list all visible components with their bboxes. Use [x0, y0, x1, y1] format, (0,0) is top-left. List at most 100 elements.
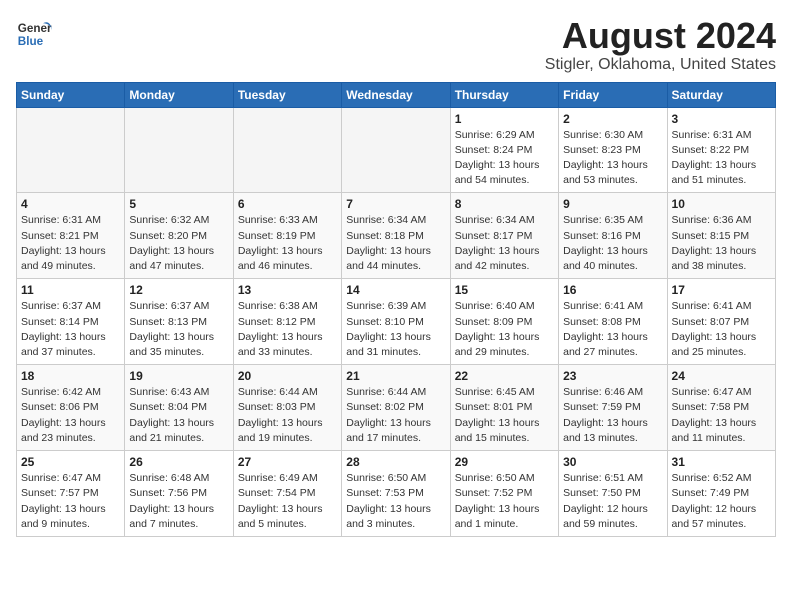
calendar-cell: 10Sunrise: 6:36 AMSunset: 8:15 PMDayligh…	[667, 193, 775, 279]
weekday-header: Sunday	[17, 82, 125, 107]
calendar-cell: 29Sunrise: 6:50 AMSunset: 7:52 PMDayligh…	[450, 451, 558, 537]
day-number: 6	[238, 197, 337, 211]
day-info: Sunrise: 6:32 AMSunset: 8:20 PMDaylight:…	[129, 213, 228, 274]
weekday-header: Saturday	[667, 82, 775, 107]
day-number: 24	[672, 369, 771, 383]
calendar-week-row: 18 Sunrise: 6:42 AMSunset: 8:06 PMDayligh…	[17, 365, 776, 451]
day-number: 10	[672, 197, 771, 211]
calendar-cell: 13 Sunrise: 6:38 AMSunset: 8:12 PMDayligh…	[233, 279, 341, 365]
day-number: 12	[129, 283, 228, 297]
day-info: Sunrise: 6:37 AMSunset: 8:14 PMDaylight:…	[21, 299, 120, 360]
calendar-cell	[125, 107, 233, 193]
page-header: General Blue August 2024 Stigler, Oklaho…	[16, 16, 776, 74]
page-subtitle: Stigler, Oklahoma, United States	[545, 56, 776, 74]
day-info: Sunrise: 6:41 AMSunset: 8:07 PMDaylight:…	[672, 299, 771, 360]
day-info: Sunrise: 6:42 AMSunset: 8:06 PMDaylight:…	[21, 385, 120, 446]
weekday-header: Tuesday	[233, 82, 341, 107]
day-number: 4	[21, 197, 120, 211]
calendar-cell: 21Sunrise: 6:44 AMSunset: 8:02 PMDayligh…	[342, 365, 450, 451]
calendar-cell: 6Sunrise: 6:33 AMSunset: 8:19 PMDaylight…	[233, 193, 341, 279]
day-number: 2	[563, 112, 662, 126]
day-info: Sunrise: 6:30 AMSunset: 8:23 PMDaylight:…	[563, 128, 662, 189]
calendar-week-row: 11 Sunrise: 6:37 AMSunset: 8:14 PMDayligh…	[17, 279, 776, 365]
day-info: Sunrise: 6:51 AMSunset: 7:50 PMDaylight:…	[563, 471, 662, 532]
day-number: 14	[346, 283, 445, 297]
day-number: 31	[672, 455, 771, 469]
day-number: 8	[455, 197, 554, 211]
day-number: 22	[455, 369, 554, 383]
calendar-cell: 31 Sunrise: 6:52 AMSunset: 7:49 PMDayligh…	[667, 451, 775, 537]
day-info: Sunrise: 6:43 AMSunset: 8:04 PMDaylight:…	[129, 385, 228, 446]
calendar-cell: 27 Sunrise: 6:49 AMSunset: 7:54 PMDayligh…	[233, 451, 341, 537]
day-info: Sunrise: 6:46 AMSunset: 7:59 PMDaylight:…	[563, 385, 662, 446]
day-info: Sunrise: 6:29 AMSunset: 8:24 PMDaylight:…	[455, 128, 554, 189]
day-info: Sunrise: 6:47 AMSunset: 7:58 PMDaylight:…	[672, 385, 771, 446]
calendar-cell: 23Sunrise: 6:46 AMSunset: 7:59 PMDayligh…	[559, 365, 667, 451]
day-info: Sunrise: 6:39 AMSunset: 8:10 PMDaylight:…	[346, 299, 445, 360]
day-info: Sunrise: 6:52 AMSunset: 7:49 PMDaylight:…	[672, 471, 771, 532]
calendar-cell: 25Sunrise: 6:47 AMSunset: 7:57 PMDayligh…	[17, 451, 125, 537]
day-info: Sunrise: 6:37 AMSunset: 8:13 PMDaylight:…	[129, 299, 228, 360]
day-number: 5	[129, 197, 228, 211]
calendar-cell: 12 Sunrise: 6:37 AMSunset: 8:13 PMDayligh…	[125, 279, 233, 365]
calendar-cell: 18 Sunrise: 6:42 AMSunset: 8:06 PMDayligh…	[17, 365, 125, 451]
calendar-cell: 22 Sunrise: 6:45 AMSunset: 8:01 PMDayligh…	[450, 365, 558, 451]
day-info: Sunrise: 6:50 AMSunset: 7:52 PMDaylight:…	[455, 471, 554, 532]
title-block: August 2024 Stigler, Oklahoma, United St…	[545, 16, 776, 74]
calendar-table: SundayMondayTuesdayWednesdayThursdayFrid…	[16, 82, 776, 537]
calendar-cell: 28Sunrise: 6:50 AMSunset: 7:53 PMDayligh…	[342, 451, 450, 537]
day-info: Sunrise: 6:41 AMSunset: 8:08 PMDaylight:…	[563, 299, 662, 360]
day-number: 1	[455, 112, 554, 126]
calendar-cell	[342, 107, 450, 193]
day-info: Sunrise: 6:50 AMSunset: 7:53 PMDaylight:…	[346, 471, 445, 532]
weekday-header: Wednesday	[342, 82, 450, 107]
day-number: 7	[346, 197, 445, 211]
day-number: 25	[21, 455, 120, 469]
calendar-cell: 5 Sunrise: 6:32 AMSunset: 8:20 PMDaylight…	[125, 193, 233, 279]
calendar-cell: 7 Sunrise: 6:34 AMSunset: 8:18 PMDaylight…	[342, 193, 450, 279]
calendar-cell: 4 Sunrise: 6:31 AMSunset: 8:21 PMDaylight…	[17, 193, 125, 279]
day-number: 19	[129, 369, 228, 383]
logo-icon: General Blue	[16, 16, 52, 52]
calendar-cell: 26 Sunrise: 6:48 AMSunset: 7:56 PMDayligh…	[125, 451, 233, 537]
day-number: 11	[21, 283, 120, 297]
logo: General Blue	[16, 16, 52, 52]
day-number: 27	[238, 455, 337, 469]
calendar-cell: 20Sunrise: 6:44 AMSunset: 8:03 PMDayligh…	[233, 365, 341, 451]
svg-text:Blue: Blue	[18, 35, 44, 48]
calendar-cell	[233, 107, 341, 193]
calendar-cell: 30 Sunrise: 6:51 AMSunset: 7:50 PMDayligh…	[559, 451, 667, 537]
day-info: Sunrise: 6:34 AMSunset: 8:17 PMDaylight:…	[455, 213, 554, 274]
calendar-week-row: 25Sunrise: 6:47 AMSunset: 7:57 PMDayligh…	[17, 451, 776, 537]
day-number: 20	[238, 369, 337, 383]
calendar-cell: 17 Sunrise: 6:41 AMSunset: 8:07 PMDayligh…	[667, 279, 775, 365]
day-number: 15	[455, 283, 554, 297]
day-info: Sunrise: 6:40 AMSunset: 8:09 PMDaylight:…	[455, 299, 554, 360]
weekday-header: Thursday	[450, 82, 558, 107]
page-title: August 2024	[545, 16, 776, 56]
calendar-cell: 3Sunrise: 6:31 AMSunset: 8:22 PMDaylight…	[667, 107, 775, 193]
day-number: 18	[21, 369, 120, 383]
weekday-header: Monday	[125, 82, 233, 107]
day-number: 16	[563, 283, 662, 297]
day-info: Sunrise: 6:49 AMSunset: 7:54 PMDaylight:…	[238, 471, 337, 532]
day-info: Sunrise: 6:34 AMSunset: 8:18 PMDaylight:…	[346, 213, 445, 274]
day-info: Sunrise: 6:38 AMSunset: 8:12 PMDaylight:…	[238, 299, 337, 360]
day-number: 17	[672, 283, 771, 297]
weekday-header: Friday	[559, 82, 667, 107]
calendar-header-row: SundayMondayTuesdayWednesdayThursdayFrid…	[17, 82, 776, 107]
day-number: 26	[129, 455, 228, 469]
calendar-cell: 24 Sunrise: 6:47 AMSunset: 7:58 PMDayligh…	[667, 365, 775, 451]
day-info: Sunrise: 6:31 AMSunset: 8:22 PMDaylight:…	[672, 128, 771, 189]
calendar-cell: 1 Sunrise: 6:29 AMSunset: 8:24 PMDaylight…	[450, 107, 558, 193]
calendar-cell: 14 Sunrise: 6:39 AMSunset: 8:10 PMDayligh…	[342, 279, 450, 365]
day-info: Sunrise: 6:48 AMSunset: 7:56 PMDaylight:…	[129, 471, 228, 532]
day-number: 9	[563, 197, 662, 211]
day-info: Sunrise: 6:45 AMSunset: 8:01 PMDaylight:…	[455, 385, 554, 446]
day-info: Sunrise: 6:31 AMSunset: 8:21 PMDaylight:…	[21, 213, 120, 274]
day-number: 21	[346, 369, 445, 383]
day-number: 30	[563, 455, 662, 469]
day-number: 13	[238, 283, 337, 297]
calendar-cell: 11 Sunrise: 6:37 AMSunset: 8:14 PMDayligh…	[17, 279, 125, 365]
calendar-cell: 8 Sunrise: 6:34 AMSunset: 8:17 PMDaylight…	[450, 193, 558, 279]
